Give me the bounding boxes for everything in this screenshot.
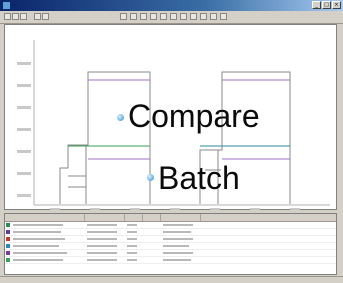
bullet-icon	[147, 174, 154, 181]
x-tick-label	[170, 208, 180, 210]
x-tick-label	[250, 208, 260, 210]
bullet-icon	[117, 114, 124, 121]
table-row[interactable]	[5, 257, 336, 264]
y-axis-ticks	[17, 62, 31, 197]
column-header[interactable]	[161, 214, 201, 221]
table-row[interactable]	[5, 236, 336, 243]
y-tick-label	[17, 84, 31, 87]
table-row[interactable]	[5, 229, 336, 236]
table-header	[5, 214, 336, 222]
table-row[interactable]	[5, 243, 336, 250]
row-color-swatch	[6, 237, 10, 241]
column-header[interactable]	[85, 214, 125, 221]
row-color-swatch	[6, 258, 10, 262]
series-line	[59, 71, 151, 204]
x-tick-label	[130, 208, 140, 210]
column-header[interactable]	[143, 214, 161, 221]
row-color-swatch	[6, 251, 10, 255]
column-header[interactable]	[5, 214, 85, 221]
table-row[interactable]	[5, 250, 336, 257]
row-color-swatch	[6, 230, 10, 234]
x-axis-ticks	[50, 208, 300, 210]
x-tick-label	[210, 208, 220, 210]
table-row[interactable]	[5, 222, 336, 229]
row-color-swatch	[6, 223, 10, 227]
y-tick-label	[17, 172, 31, 175]
y-tick-label	[17, 128, 31, 131]
y-tick-label	[17, 106, 31, 109]
x-tick-label	[50, 208, 60, 210]
y-tick-label	[17, 150, 31, 153]
compare-label: Compare	[128, 98, 260, 134]
x-tick-label	[90, 208, 100, 210]
batch-label: Batch	[158, 160, 240, 196]
column-header[interactable]	[125, 214, 143, 221]
y-tick-label	[17, 62, 31, 65]
batch-table[interactable]	[4, 213, 337, 275]
x-tick-label	[290, 208, 300, 210]
y-tick-label	[17, 194, 31, 197]
row-color-swatch	[6, 244, 10, 248]
trace-group-left	[59, 71, 151, 204]
